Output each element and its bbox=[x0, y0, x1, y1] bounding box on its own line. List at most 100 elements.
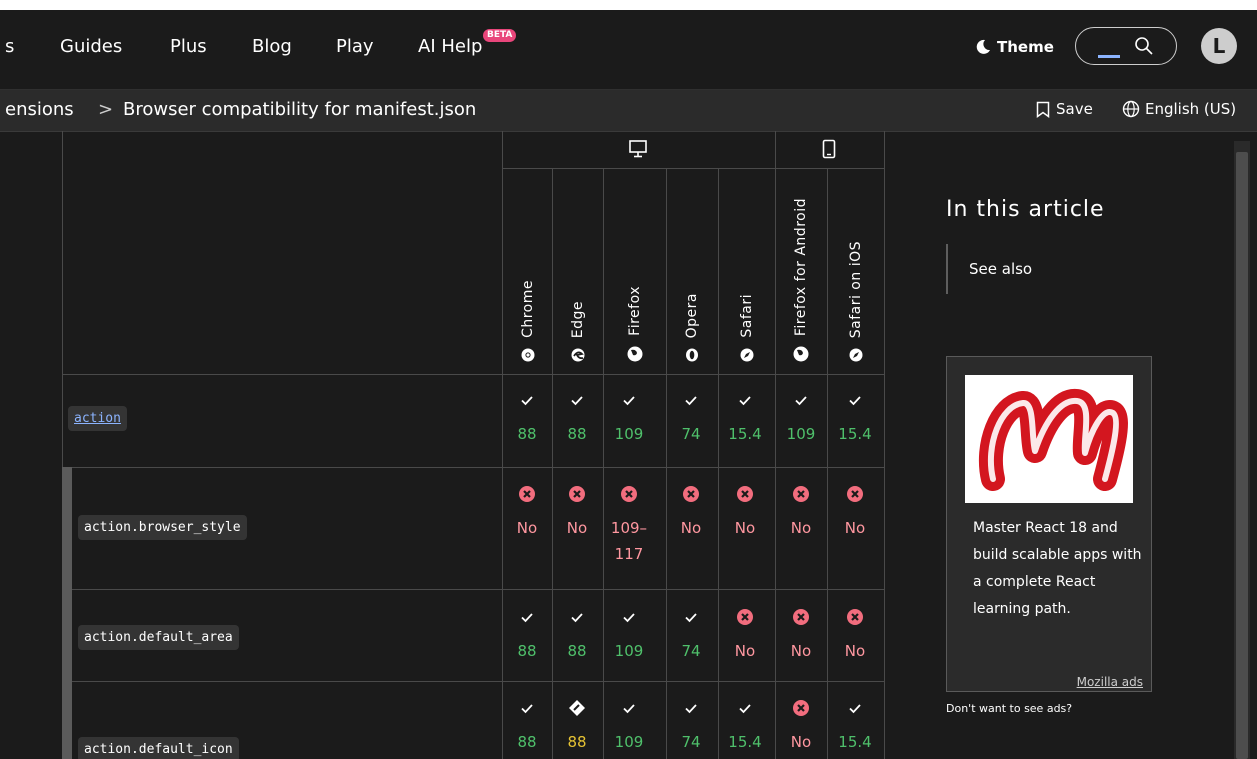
support-cell[interactable]: 109 bbox=[604, 389, 654, 445]
support-icon bbox=[502, 606, 552, 628]
breadcrumb-parent[interactable]: ensions bbox=[5, 99, 74, 120]
support-cell[interactable]: 88 bbox=[502, 389, 552, 445]
support-icon bbox=[604, 389, 654, 411]
ai-help-label: AI Help bbox=[418, 36, 483, 57]
support-cell[interactable]: 15.4 bbox=[830, 697, 880, 753]
row-divider bbox=[70, 681, 884, 682]
version-value: No bbox=[790, 519, 812, 537]
ad-box[interactable]: Master React 18 and build scalable apps … bbox=[946, 356, 1152, 692]
cross-icon bbox=[519, 486, 535, 502]
support-icon bbox=[604, 606, 654, 628]
support-icon bbox=[720, 389, 770, 411]
support-cell[interactable]: No bbox=[776, 606, 826, 662]
support-cell[interactable]: No bbox=[830, 483, 880, 539]
mozilla-ads-link[interactable]: Mozilla ads bbox=[1077, 675, 1143, 689]
no-ads-link[interactable]: Don't want to see ads? bbox=[946, 702, 1072, 715]
check-icon bbox=[685, 704, 697, 714]
user-avatar[interactable]: L bbox=[1201, 28, 1237, 64]
language-button[interactable]: English (US) bbox=[1122, 100, 1236, 118]
header-row-divider bbox=[62, 374, 884, 375]
support-cell[interactable]: No bbox=[776, 697, 826, 753]
header-firefox-android: Firefox for Android bbox=[775, 168, 827, 374]
nav-item-play[interactable]: Play bbox=[336, 36, 374, 57]
version-value: 74 bbox=[681, 425, 701, 443]
feature-action-default-icon[interactable]: action.default_icon bbox=[78, 737, 239, 759]
mobile-icon bbox=[822, 139, 836, 159]
version-value: No bbox=[566, 519, 588, 537]
version-value: No bbox=[844, 519, 866, 537]
support-cell[interactable]: No bbox=[720, 606, 770, 662]
support-cell[interactable]: 109– 117 bbox=[604, 483, 654, 565]
cross-icon bbox=[793, 609, 809, 625]
support-icon bbox=[552, 483, 602, 505]
feature-action-browser-style[interactable]: action.browser_style bbox=[78, 515, 247, 540]
check-icon bbox=[685, 396, 697, 406]
support-cell[interactable]: 88 bbox=[502, 606, 552, 662]
feature-action[interactable]: action bbox=[68, 406, 127, 431]
support-cell[interactable]: 15.4 bbox=[720, 697, 770, 753]
check-icon bbox=[623, 396, 635, 406]
version-value: 88 bbox=[517, 425, 537, 443]
nav-item-partial[interactable]: s bbox=[5, 36, 14, 57]
cross-icon bbox=[847, 609, 863, 625]
version-value: 88 bbox=[567, 642, 587, 660]
support-icon bbox=[830, 606, 880, 628]
support-icon bbox=[830, 697, 880, 719]
edge-icon bbox=[571, 348, 585, 362]
version-value: 74 bbox=[681, 733, 701, 751]
breadcrumb-current[interactable]: Browser compatibility for manifest.json bbox=[123, 99, 476, 120]
check-icon bbox=[739, 704, 751, 714]
scrollbar-thumb[interactable] bbox=[1236, 152, 1248, 759]
support-cell[interactable]: 15.4 bbox=[720, 389, 770, 445]
support-cell[interactable]: No bbox=[502, 483, 552, 539]
support-cell[interactable]: 74 bbox=[666, 389, 716, 445]
support-cell[interactable]: 88 bbox=[502, 697, 552, 753]
theme-button[interactable]: Theme bbox=[975, 38, 1054, 56]
support-cell[interactable]: 88 bbox=[552, 606, 602, 662]
support-icon bbox=[552, 606, 602, 628]
check-icon bbox=[571, 613, 583, 623]
theme-label: Theme bbox=[997, 38, 1054, 56]
support-cell[interactable]: 74 bbox=[666, 606, 716, 662]
safari-icon bbox=[849, 348, 862, 362]
support-cell[interactable]: No bbox=[830, 606, 880, 662]
check-icon bbox=[739, 396, 751, 406]
support-cell[interactable]: 74 bbox=[666, 697, 716, 753]
support-cell[interactable]: 88 bbox=[552, 697, 602, 753]
version-value: 74 bbox=[681, 642, 701, 660]
toc-indicator bbox=[946, 244, 948, 294]
save-button[interactable]: Save bbox=[1036, 100, 1093, 118]
support-cell[interactable]: No bbox=[552, 483, 602, 539]
check-icon bbox=[521, 704, 533, 714]
support-icon bbox=[666, 483, 716, 505]
react-course-logo-icon bbox=[965, 375, 1133, 503]
support-cell[interactable]: 15.4 bbox=[830, 389, 880, 445]
check-icon bbox=[685, 613, 697, 623]
support-cell[interactable]: 109 bbox=[604, 697, 654, 753]
bookmark-icon bbox=[1036, 101, 1050, 118]
support-cell[interactable]: 88 bbox=[552, 389, 602, 445]
feature-action-default-area[interactable]: action.default_area bbox=[78, 625, 239, 650]
support-cell[interactable]: No bbox=[720, 483, 770, 539]
support-cell[interactable]: 109 bbox=[776, 389, 826, 445]
support-cell[interactable]: No bbox=[776, 483, 826, 539]
ad-image[interactable] bbox=[965, 375, 1133, 503]
globe-icon bbox=[1122, 100, 1140, 118]
nav-item-ai-help[interactable]: AI Help BETA bbox=[418, 29, 517, 57]
support-cell[interactable]: 109 bbox=[604, 606, 654, 662]
cross-icon bbox=[793, 486, 809, 502]
ad-text[interactable]: Master React 18 and build scalable apps … bbox=[973, 515, 1143, 623]
search-input[interactable] bbox=[1075, 27, 1177, 65]
support-cell[interactable]: No bbox=[666, 483, 716, 539]
toc-item-see-also[interactable]: See also bbox=[969, 260, 1032, 278]
check-icon bbox=[795, 396, 807, 406]
support-icon bbox=[502, 483, 552, 505]
support-icon bbox=[776, 606, 826, 628]
nav-item-guides[interactable]: Guides bbox=[60, 36, 122, 57]
nav-item-blog[interactable]: Blog bbox=[252, 36, 292, 57]
nav-item-plus[interactable]: Plus bbox=[170, 36, 207, 57]
check-icon bbox=[521, 396, 533, 406]
version-value: No bbox=[680, 519, 702, 537]
version-value: 15.4 bbox=[728, 425, 762, 443]
cross-icon bbox=[737, 486, 753, 502]
